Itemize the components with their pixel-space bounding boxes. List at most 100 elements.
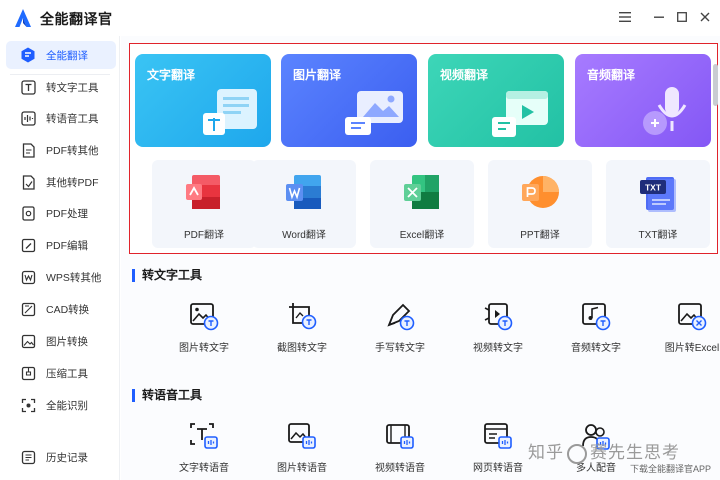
- handwriting-to-text-tool[interactable]: 手写转文字: [355, 301, 445, 371]
- sidebar-item-translate-hub[interactable]: 全能翻译: [6, 41, 116, 69]
- sidebar-item-pdf-process[interactable]: PDF处理: [6, 199, 116, 227]
- image-to-speech-icon: [288, 423, 316, 449]
- pdf-icon: [186, 175, 220, 209]
- app-logo-icon: [15, 9, 31, 27]
- cad-icon: [20, 301, 36, 317]
- image-to-text-icon: [190, 303, 219, 331]
- close-icon[interactable]: [696, 8, 714, 26]
- audio-translate-card[interactable]: 音频翻译: [575, 54, 711, 147]
- scrollbar-thumb[interactable]: [713, 64, 718, 106]
- title-bar: 全能翻译官: [0, 0, 720, 36]
- history-icon: [20, 449, 36, 465]
- tool-label: 图片转Excel: [664, 343, 720, 354]
- tool-label: 音频转文字: [571, 343, 621, 354]
- watermark-right: 赛先生思考: [590, 443, 680, 462]
- excel-translate-card[interactable]: Excel翻译: [370, 160, 474, 248]
- tool-label: 视频转语音: [375, 463, 425, 474]
- sidebar-item-label: PDF编辑: [46, 239, 88, 252]
- video-to-speech-tool[interactable]: 视频转语音: [355, 421, 445, 480]
- sidebar-item-label: 历史记录: [46, 451, 88, 464]
- video-to-text-tool[interactable]: 视频转文字: [453, 301, 543, 371]
- compress-icon: [20, 365, 36, 381]
- text-to-speech-tool[interactable]: 文字转语音: [159, 421, 249, 480]
- doc-label: Word翻译: [282, 230, 326, 241]
- doc-label: TXT翻译: [638, 230, 678, 241]
- pdf-translate-card[interactable]: PDF翻译: [152, 160, 256, 248]
- translate-hub-icon: [20, 47, 36, 63]
- screenshot-to-text-tool[interactable]: 截图转文字: [257, 301, 347, 371]
- sidebar-item-to-pdf[interactable]: 其他转PDF: [6, 168, 116, 196]
- doc-label: PDF翻译: [184, 230, 224, 241]
- watermark: 知乎 赛先生思考: [528, 438, 680, 464]
- ppt-translate-card[interactable]: PPT翻译: [488, 160, 592, 248]
- handwriting-to-text-icon: [387, 303, 415, 331]
- card-title: 视频翻译: [440, 68, 489, 82]
- sidebar-item-label: 全能翻译: [46, 49, 88, 62]
- sidebar-item-image-convert[interactable]: 图片转换: [6, 327, 116, 355]
- sidebar-item-label: CAD转换: [46, 303, 90, 316]
- doc-label: Excel翻译: [399, 230, 445, 241]
- sidebar-item-pdf-convert[interactable]: PDF转其他: [6, 136, 116, 164]
- image-to-excel-tool[interactable]: 图片转Excel: [647, 301, 720, 371]
- image-translate-icon: [345, 91, 403, 135]
- sidebar-item-recognize[interactable]: 全能识别: [6, 391, 116, 419]
- video-translate-card[interactable]: 视频翻译: [428, 54, 564, 147]
- at-sign-icon: [567, 443, 587, 464]
- sidebar-item-history[interactable]: 历史记录: [6, 443, 116, 471]
- card-title: 音频翻译: [587, 68, 636, 82]
- minimize-icon[interactable]: [650, 8, 668, 26]
- download-app-hint[interactable]: 下载全能翻译官APP: [630, 462, 711, 475]
- featured-translate-panel: 文字翻译 图片翻译 视频翻译 音频翻译 PDF翻译 Word翻译 Excel翻译…: [129, 43, 718, 254]
- word-translate-card[interactable]: Word翻译: [252, 160, 356, 248]
- sidebar-item-wps-convert[interactable]: WPS转其他: [6, 263, 116, 291]
- txt-icon: TXT: [640, 177, 676, 212]
- excel-icon: [404, 175, 439, 209]
- sidebar-item-compress[interactable]: 压缩工具: [6, 359, 116, 387]
- txt-translate-card[interactable]: TXT TXT翻译: [606, 160, 710, 248]
- doc-label: PPT翻译: [520, 230, 560, 241]
- sidebar-item-label: 压缩工具: [46, 367, 88, 380]
- image-to-speech-tool[interactable]: 图片转语音: [257, 421, 347, 480]
- video-to-text-icon: [484, 303, 513, 331]
- to-pdf-icon: [20, 174, 36, 190]
- sidebar-item-pdf-edit[interactable]: PDF编辑: [6, 231, 116, 259]
- pdf-convert-icon: [20, 142, 36, 158]
- audio-to-text-tool[interactable]: 音频转文字: [551, 301, 641, 371]
- sidebar-item-label: 转语音工具: [46, 112, 99, 125]
- recognize-icon: [20, 397, 36, 413]
- text-translate-card[interactable]: 文字翻译: [135, 54, 271, 147]
- video-translate-icon: [492, 91, 548, 137]
- image-to-text-tool[interactable]: 图片转文字: [159, 301, 249, 371]
- tool-label: 视频转文字: [473, 343, 523, 354]
- sidebar-item-voice-tool[interactable]: 转语音工具: [6, 104, 116, 132]
- tool-label: 图片转语音: [277, 463, 327, 474]
- voice-tool-icon: [20, 110, 36, 126]
- ppt-icon: [522, 176, 559, 208]
- image-to-excel-icon: [678, 303, 707, 331]
- text-to-speech-icon: [190, 423, 218, 449]
- tool-label: 图片转文字: [179, 343, 229, 354]
- section-title-to-text: 转文字工具: [132, 269, 202, 282]
- sidebar-item-label: PDF处理: [46, 207, 88, 220]
- sidebar-item-label: 转文字工具: [46, 81, 99, 94]
- svg-text:TXT: TXT: [645, 183, 662, 193]
- image-convert-icon: [20, 333, 36, 349]
- wps-convert-icon: [20, 269, 36, 285]
- sidebar: 全能翻译 转文字工具 转语音工具 PDF转其他 其他转PDF PDF处理 PDF…: [0, 36, 120, 480]
- sidebar-item-label: 其他转PDF: [46, 176, 99, 189]
- app-title: 全能翻译官: [40, 11, 113, 27]
- card-title: 图片翻译: [293, 68, 342, 82]
- main-panel: 文字翻译 图片翻译 视频翻译 音频翻译 PDF翻译 Word翻译 Excel翻译…: [121, 36, 720, 480]
- image-translate-card[interactable]: 图片翻译: [281, 54, 417, 147]
- sidebar-item-cad[interactable]: CAD转换: [6, 295, 116, 323]
- maximize-icon[interactable]: [673, 8, 691, 26]
- menu-icon[interactable]: [616, 8, 634, 26]
- screenshot-to-text-icon: [289, 303, 317, 330]
- sidebar-item-label: WPS转其他: [46, 271, 102, 284]
- tool-label: 截图转文字: [277, 343, 327, 354]
- audio-translate-icon: [643, 87, 687, 135]
- sidebar-item-text-tool[interactable]: 转文字工具: [6, 73, 116, 101]
- video-to-speech-icon: [386, 424, 414, 449]
- sidebar-item-label: 图片转换: [46, 335, 88, 348]
- text-tool-icon: [20, 79, 36, 95]
